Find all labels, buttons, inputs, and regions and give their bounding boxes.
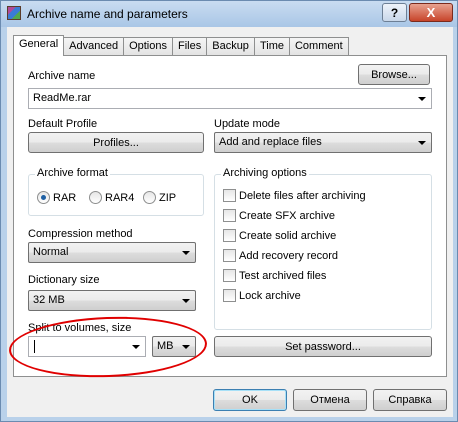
set-password-button[interactable]: Set password... xyxy=(214,336,432,357)
checkbox-solid-archive[interactable]: Create solid archive xyxy=(223,229,336,242)
tab-options[interactable]: Options xyxy=(123,37,173,55)
archive-name-value: ReadMe.rar xyxy=(33,92,92,104)
split-volumes-label: Split to volumes, size xyxy=(28,322,132,334)
split-unit-select[interactable]: MB xyxy=(152,336,196,357)
close-button[interactable]: X xyxy=(409,3,453,22)
help-title-button[interactable]: ? xyxy=(382,3,407,22)
checkbox-icon[interactable] xyxy=(223,189,236,202)
checkbox-label: Create solid archive xyxy=(239,229,337,242)
checkbox-icon[interactable] xyxy=(223,209,236,222)
radio-rar[interactable]: RAR xyxy=(37,191,76,204)
tab-general[interactable]: General xyxy=(13,35,65,56)
checkbox-recovery-record[interactable]: Add recovery record xyxy=(223,249,338,262)
archiving-options-title: Archiving options xyxy=(221,167,309,179)
dialog-window: Archive name and parameters ? X General … xyxy=(0,0,458,422)
tab-advanced[interactable]: Advanced xyxy=(63,37,125,55)
update-mode-label: Update mode xyxy=(214,118,281,130)
text-caret xyxy=(34,340,35,353)
checkbox-icon[interactable] xyxy=(223,269,236,282)
archive-format-title: Archive format xyxy=(35,167,110,179)
archive-name-input[interactable]: ReadMe.rar xyxy=(28,88,432,109)
checkbox-label: Create SFX archive xyxy=(239,209,335,222)
chevron-down-icon[interactable] xyxy=(132,345,140,349)
update-mode-select[interactable]: Add and replace files xyxy=(214,132,432,153)
checkbox-label: Delete files after archiving xyxy=(239,189,366,202)
dictionary-size-value: 32 MB xyxy=(33,294,65,306)
tab-comment[interactable]: Comment xyxy=(288,37,349,55)
window-title: Archive name and parameters xyxy=(27,7,188,21)
archiving-options-group: Archiving options Delete files after arc… xyxy=(214,167,432,330)
tab-backup[interactable]: Backup xyxy=(206,37,255,55)
dictionary-size-label: Dictionary size xyxy=(28,274,100,286)
chevron-down-icon[interactable] xyxy=(418,97,426,101)
cancel-button[interactable]: Отмена xyxy=(293,389,367,411)
title-bar[interactable]: Archive name and parameters ? X xyxy=(1,1,457,27)
checkbox-label: Test archived files xyxy=(239,269,327,282)
radio-rar4[interactable]: RAR4 xyxy=(89,191,134,204)
ok-button[interactable]: OK xyxy=(213,389,287,411)
radio-rar4-label: RAR4 xyxy=(105,191,135,204)
archive-format-group: Archive format RAR RAR4 ZIP xyxy=(28,167,204,216)
chevron-down-icon[interactable] xyxy=(182,299,190,303)
checkbox-test-files[interactable]: Test archived files xyxy=(223,269,326,282)
tab-strip: General Advanced Options Files Backup Ti… xyxy=(13,35,349,56)
archive-name-label: Archive name xyxy=(28,70,96,82)
help-button[interactable]: Справка xyxy=(373,389,447,411)
checkbox-icon[interactable] xyxy=(223,229,236,242)
compression-method-value: Normal xyxy=(33,246,69,258)
chevron-down-icon[interactable] xyxy=(418,141,426,145)
radio-icon[interactable] xyxy=(89,191,102,204)
checkbox-delete-files[interactable]: Delete files after archiving xyxy=(223,189,366,202)
compression-method-select[interactable]: Normal xyxy=(28,242,196,263)
radio-selected-icon[interactable] xyxy=(37,191,50,204)
tab-files[interactable]: Files xyxy=(172,37,208,55)
update-mode-value: Add and replace files xyxy=(219,136,322,148)
checkbox-icon[interactable] xyxy=(223,249,236,262)
general-tab-panel: Archive name Browse... ReadMe.rar Defaul… xyxy=(13,55,447,377)
browse-button[interactable]: Browse... xyxy=(358,64,430,85)
profiles-button[interactable]: Profiles... xyxy=(28,132,204,153)
checkbox-label: Lock archive xyxy=(239,289,301,302)
chevron-down-icon[interactable] xyxy=(182,345,190,349)
radio-icon[interactable] xyxy=(143,191,156,204)
chevron-down-icon[interactable] xyxy=(182,251,190,255)
checkbox-icon[interactable] xyxy=(223,289,236,302)
default-profile-label: Default Profile xyxy=(28,118,98,130)
checkbox-create-sfx[interactable]: Create SFX archive xyxy=(223,209,335,222)
dictionary-size-select[interactable]: 32 MB xyxy=(28,290,196,311)
split-unit-value: MB xyxy=(157,340,174,352)
dialog-client-area: General Advanced Options Files Backup Ti… xyxy=(7,27,453,417)
compression-method-label: Compression method xyxy=(28,228,133,240)
checkbox-label: Add recovery record xyxy=(239,249,339,262)
tab-time[interactable]: Time xyxy=(253,37,290,55)
radio-zip[interactable]: ZIP xyxy=(143,191,176,204)
checkbox-lock-archive[interactable]: Lock archive xyxy=(223,289,301,302)
radio-rar-label: RAR xyxy=(53,191,77,204)
winrar-app-icon xyxy=(7,6,21,20)
radio-zip-label: ZIP xyxy=(159,191,177,204)
split-volumes-input[interactable] xyxy=(28,336,146,357)
